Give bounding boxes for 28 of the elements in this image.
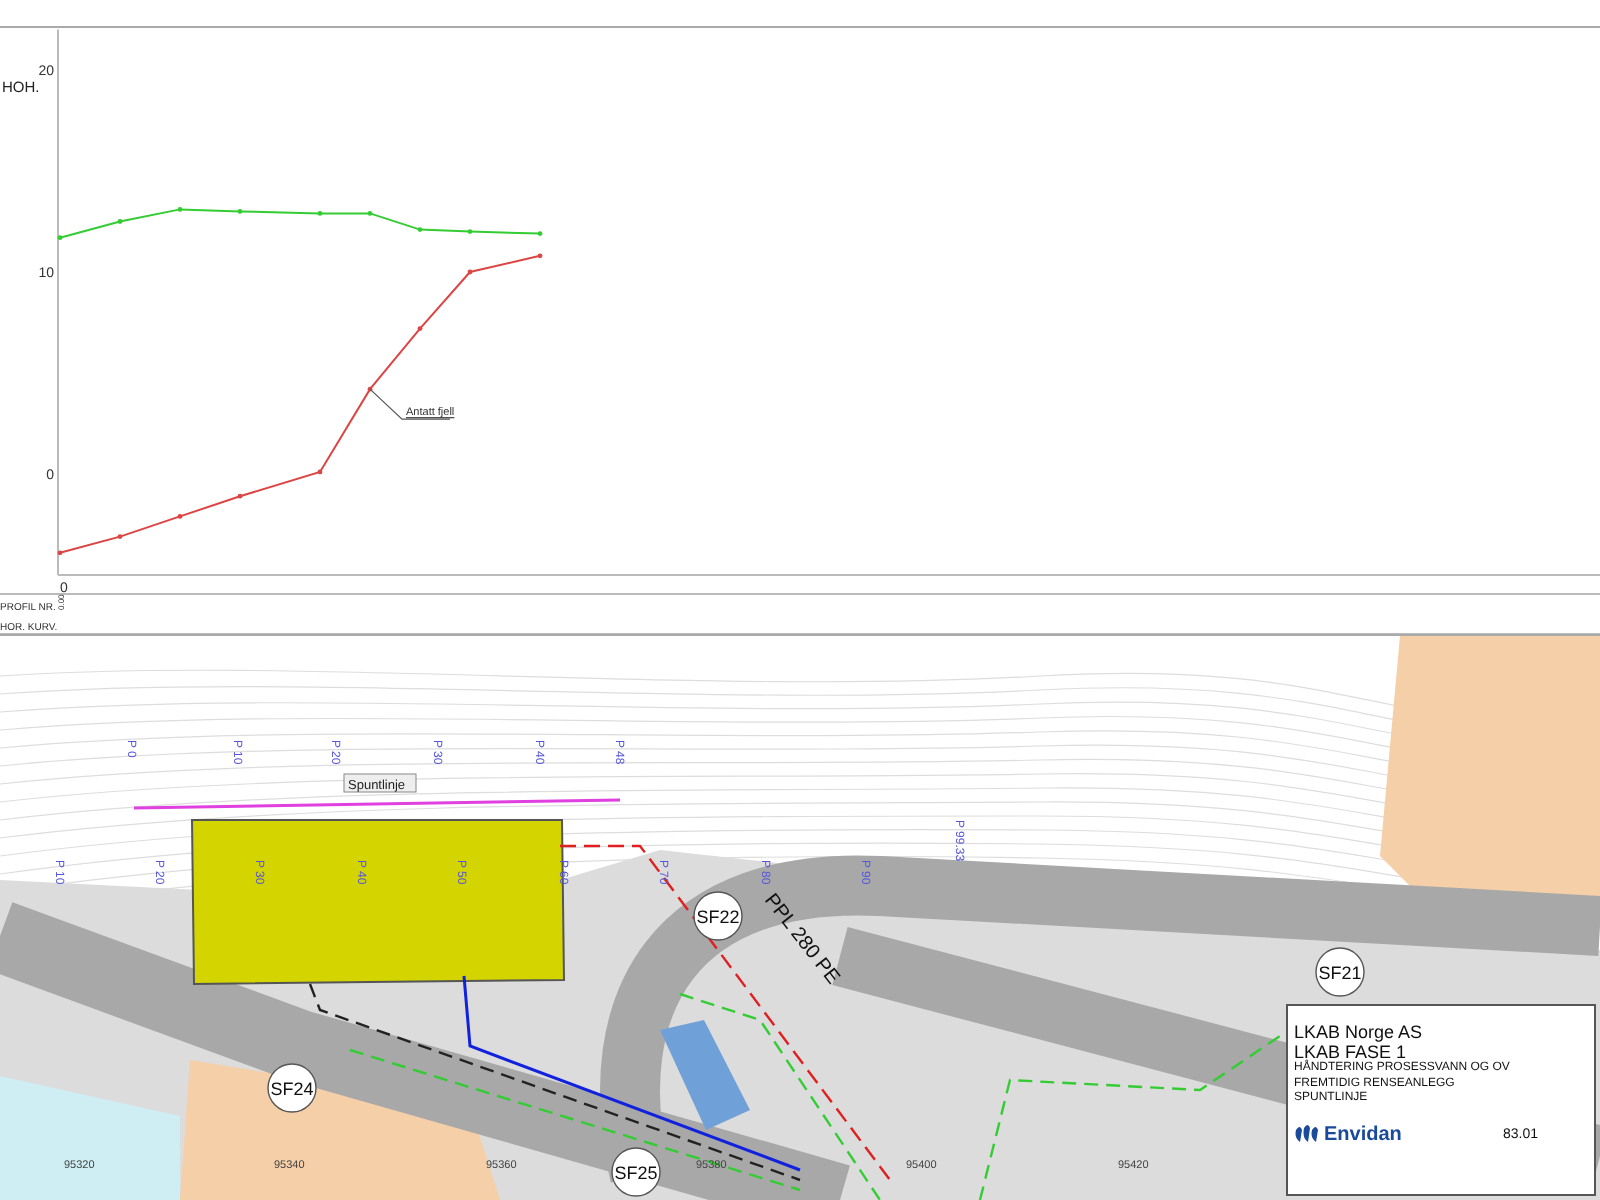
data-point (417, 227, 423, 232)
project-name: LKAB FASE 1 (1294, 1042, 1407, 1062)
company-name: Envidan (1324, 1123, 1402, 1145)
data-point (367, 210, 373, 216)
manhole-marker: SF25 (611, 1147, 661, 1197)
data-point (57, 550, 63, 556)
data-point (117, 219, 123, 224)
data-point (237, 208, 243, 214)
data-point (177, 513, 183, 519)
manhole-marker: SF24 (267, 1063, 317, 1113)
data-point (317, 469, 323, 475)
leader-line (369, 388, 451, 420)
data-point (57, 235, 63, 240)
data-point (467, 229, 473, 234)
data-point (537, 231, 543, 236)
drops-logo-icon (1294, 1124, 1318, 1144)
data-point (117, 534, 123, 539)
data-point (177, 206, 183, 212)
data-point (317, 210, 323, 216)
data-point (467, 269, 473, 275)
tank-footprint (660, 1020, 750, 1130)
manhole-marker: SF21 (1315, 947, 1365, 997)
data-point (237, 493, 243, 499)
manhole-marker: SF22 (693, 891, 743, 941)
data-point (417, 326, 423, 331)
data-point (537, 253, 543, 259)
data-point (367, 386, 373, 392)
client-name: LKAB Norge AS (1294, 1022, 1425, 1042)
